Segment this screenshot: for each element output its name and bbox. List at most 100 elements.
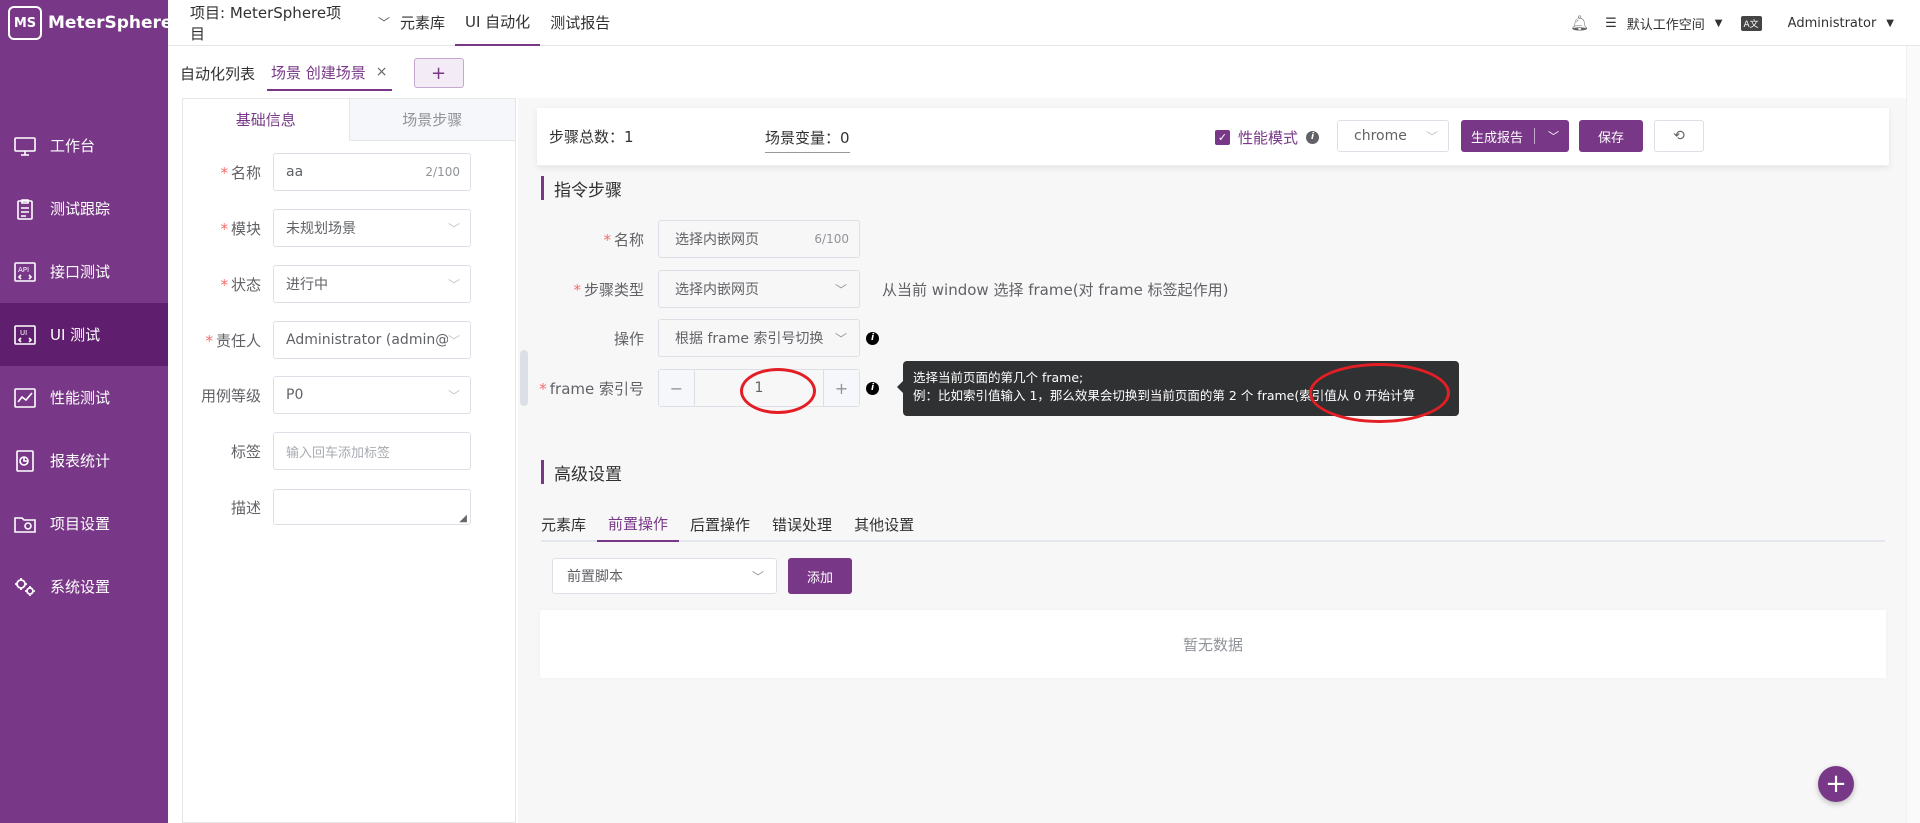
floating-add-button[interactable]: + [1818, 766, 1854, 802]
chevron-down-icon: ﹀ [751, 569, 764, 584]
owner-select[interactable]: Administrator (admin@ ﹀ [273, 321, 471, 359]
monitor-icon [12, 133, 38, 159]
steps-total: 步骤总数：1 [549, 128, 634, 146]
chevron-down-icon: ﹀ [447, 331, 460, 349]
tab-element-library[interactable]: 元素库 [390, 0, 455, 46]
operation-select[interactable]: 根据 frame 索引号切换 ﹀ [658, 319, 860, 357]
sidebar-item-label: 报表统计 [50, 452, 111, 470]
sidebar-item-api-test[interactable]: API 接口测试 [0, 240, 168, 303]
sidebar-item-workbench[interactable]: 工作台 [0, 114, 168, 177]
report-icon [12, 448, 38, 474]
generate-report-button[interactable]: 生成报告 ﹀ [1461, 120, 1569, 152]
chevron-down-icon: ﹀ [377, 16, 390, 30]
status-label: * 状态 [220, 275, 261, 294]
status-select[interactable]: 进行中 ﹀ [273, 265, 471, 303]
tab-scenario-steps[interactable]: 场景步骤 [349, 99, 515, 141]
decrement-button[interactable]: − [659, 370, 695, 406]
sidebar-item-project-settings[interactable]: 项目设置 [0, 492, 168, 555]
owner-row: * 责任人 Administrator (admin@ ﹀ [183, 321, 517, 359]
step-type-select[interactable]: 选择内嵌网页 ﹀ [658, 270, 860, 308]
tab-element-library[interactable]: 元素库 [541, 506, 597, 542]
content-background [518, 98, 1920, 823]
name-label: * 名称 [220, 163, 261, 182]
panel-collapse-handle[interactable] [520, 350, 528, 406]
logo[interactable]: MS MeterSphere [8, 4, 172, 42]
sidebar-item-reports[interactable]: 报表统计 [0, 429, 168, 492]
browser-select[interactable]: chrome ﹀ [1337, 120, 1449, 152]
tab-other-settings[interactable]: 其他设置 [843, 506, 925, 542]
status-row: * 状态 进行中 ﹀ [183, 265, 517, 303]
add-button[interactable]: 添加 [788, 558, 852, 594]
workspace-selector[interactable]: 默认工作空间 [1627, 14, 1705, 33]
scene-variables-link[interactable]: 场景变量：0 [765, 127, 850, 153]
step-name-label: * 名称 [603, 230, 644, 249]
tags-label: 标签 [230, 442, 261, 461]
language-icon[interactable]: A文 [1740, 15, 1762, 31]
add-tab-button[interactable]: + [413, 58, 464, 88]
info-icon[interactable]: i [1306, 130, 1320, 144]
info-icon[interactable]: i [866, 331, 879, 345]
level-label: 用例等级 [200, 386, 261, 405]
page-scrollbar[interactable] [1906, 46, 1920, 823]
chevron-down-icon[interactable]: ﹀ [1548, 128, 1559, 144]
svg-text:API: API [18, 266, 29, 274]
sidebar-item-label: UI 测试 [50, 326, 101, 344]
left-panel-tabs: 基础信息 场景步骤 [183, 99, 515, 141]
sidebar-item-system-settings[interactable]: 系统设置 [0, 555, 168, 618]
desc-label: 描述 [230, 498, 261, 517]
refresh-icon[interactable]: ⟲ [1654, 120, 1704, 152]
tab-create-scenario[interactable]: 场景 创建场景 × [267, 62, 392, 91]
sidebar-item-test-track[interactable]: 测试跟踪 [0, 177, 168, 240]
pre-script-select[interactable]: 前置脚本 ﹀ [552, 558, 777, 594]
annotation-circle [740, 368, 816, 414]
step-name-row: * 名称 选择内嵌网页 6/100 [537, 220, 860, 258]
close-icon[interactable]: × [376, 64, 388, 80]
metersphere-logo-icon: MS [8, 6, 42, 40]
module-label: * 模块 [220, 219, 261, 238]
tab-test-report[interactable]: 测试报告 [540, 0, 620, 46]
level-select[interactable]: P0 ﹀ [273, 376, 471, 414]
project-selector[interactable]: 项目: MeterSphere项目 ﹀ [190, 2, 390, 44]
info-icon[interactable]: i [866, 381, 879, 395]
tags-input[interactable]: 输入回车添加标签 [273, 432, 471, 470]
svg-text:UI: UI [20, 329, 27, 337]
level-row: 用例等级 P0 ﹀ [183, 376, 517, 414]
performance-mode-toggle[interactable]: ✓ 性能模式 i [1215, 108, 1320, 166]
chevron-down-icon: ﹀ [834, 282, 847, 297]
chevron-down-icon: ﹀ [834, 331, 847, 346]
sidebar-item-ui-test[interactable]: UI UI 测试 [0, 303, 168, 366]
tab-error-handling[interactable]: 错误处理 [761, 506, 843, 542]
chevron-down-icon: ﹀ [447, 221, 460, 236]
step-name-input[interactable]: 选择内嵌网页 6/100 [658, 220, 860, 258]
resize-handle-icon[interactable]: ◢ [459, 513, 467, 524]
topbar: 项目: MeterSphere项目 ﹀ 元素库 UI 自动化 测试报告 🔔︎ ☰… [168, 0, 1920, 46]
desc-textarea[interactable]: ◢ [273, 489, 471, 525]
checkbox-checked-icon[interactable]: ✓ [1215, 129, 1230, 145]
tab-pre-operation[interactable]: 前置操作 [597, 506, 680, 542]
topbar-right: 🔔︎ ☰ 默认工作空间 ▼ A文 Administrator ▼ [1570, 0, 1894, 46]
command-steps-title: 指令步骤 [541, 176, 622, 201]
save-button[interactable]: 保存 [1579, 120, 1643, 152]
tab-basic-info[interactable]: 基础信息 [183, 99, 350, 141]
step-type-label: * 步骤类型 [573, 280, 644, 299]
module-select[interactable]: 未规划场景 ﹀ [273, 209, 471, 247]
chevron-down-icon: ﹀ [1425, 129, 1438, 144]
step-type-hint: 从当前 window 选择 frame(对 frame 标签起作用) [882, 280, 1229, 299]
user-menu[interactable]: Administrator [1788, 16, 1877, 31]
sidebar-item-label: 测试跟踪 [50, 200, 111, 218]
advanced-tabs: 元素库 前置操作 后置操作 错误处理 其他设置 [541, 506, 1885, 542]
tab-automation-list[interactable]: 自动化列表 [168, 63, 267, 84]
sidebar-item-label: 工作台 [50, 137, 96, 155]
tab-ui-automation[interactable]: UI 自动化 [455, 0, 541, 46]
scenario-stat-bar: 步骤总数：1 场景变量：0 ✓ 性能模式 i chrome ﹀ 生成报告 ﹀ 保存 … [537, 108, 1889, 166]
tab-post-operation[interactable]: 后置操作 [679, 506, 761, 542]
sidebar-item-performance[interactable]: 性能测试 [0, 366, 168, 429]
bell-icon[interactable]: 🔔︎ [1570, 14, 1589, 32]
step-type-row: * 步骤类型 选择内嵌网页 ﹀ 从当前 window 选择 frame(对 fram… [537, 270, 1228, 308]
chart-icon [12, 385, 38, 411]
name-input[interactable]: aa 2/100 [273, 153, 471, 191]
basic-info-panel: 基础信息 场景步骤 * 名称 aa 2/100 * 模块 未规划场景 ﹀ * 状态 进行中… [182, 98, 516, 823]
clipboard-icon [12, 196, 38, 222]
folder-gear-icon [12, 511, 38, 537]
increment-button[interactable]: + [823, 370, 859, 406]
